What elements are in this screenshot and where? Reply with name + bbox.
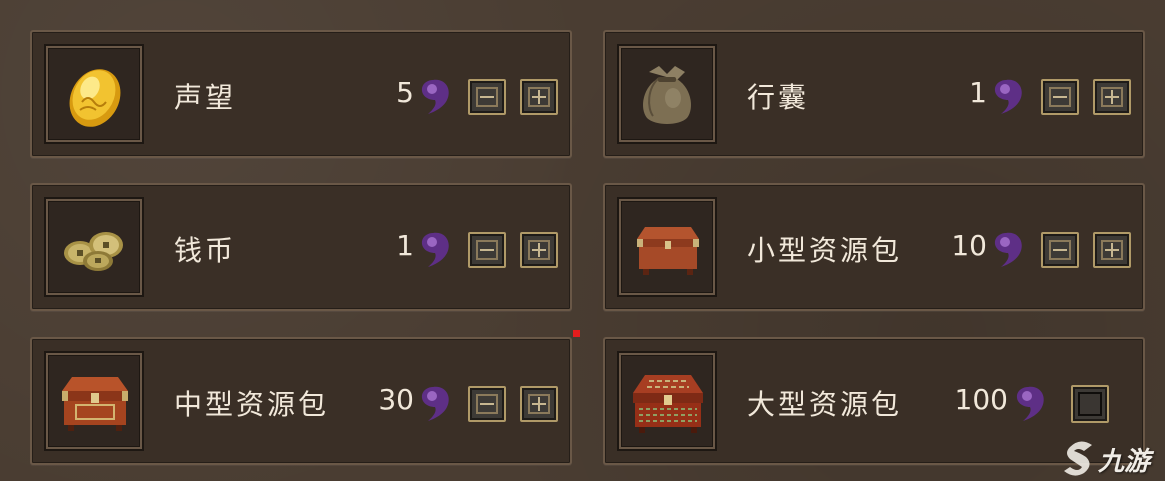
item-quantity: 1 — [969, 76, 987, 109]
item-name: 中型资源包 — [174, 388, 330, 421]
purple-magatama-icon — [421, 232, 449, 267]
cursor-marker — [573, 330, 580, 337]
item-quantity: 30 — [378, 383, 414, 416]
item-card-reputation: 声望 5 — [30, 30, 572, 158]
gold-ingot-icon — [69, 69, 121, 127]
cloth-sack-icon — [643, 66, 691, 124]
small-chest-icon — [637, 227, 699, 275]
increase-button[interactable] — [520, 386, 558, 422]
item-name: 行囊 — [747, 81, 810, 114]
increase-button[interactable] — [520, 79, 558, 115]
increase-button[interactable] — [1093, 79, 1131, 115]
item-quantity: 100 — [954, 383, 1008, 416]
item-icon-frame — [617, 351, 717, 451]
select-checkbox[interactable] — [1071, 385, 1109, 423]
purple-magatama-icon — [1016, 386, 1044, 421]
item-name: 小型资源包 — [747, 234, 903, 267]
large-chest-icon — [633, 375, 703, 433]
watermark-logo-icon — [1064, 441, 1092, 476]
item-icon-frame — [44, 44, 144, 144]
increase-button[interactable] — [520, 232, 558, 268]
item-icon-frame — [617, 44, 717, 144]
coins-icon — [64, 232, 123, 271]
watermark: 九游 — [1064, 437, 1159, 477]
decrease-button[interactable] — [1041, 79, 1079, 115]
decrease-button[interactable] — [468, 232, 506, 268]
decrease-button[interactable] — [468, 386, 506, 422]
purple-magatama-icon — [994, 79, 1022, 114]
item-icon-frame — [44, 197, 144, 297]
item-quantity: 10 — [951, 229, 987, 262]
item-name: 声望 — [174, 81, 237, 114]
item-card-medium-resource-pack: 中型资源包 30 — [30, 337, 572, 465]
item-card-small-resource-pack: 小型资源包 10 — [603, 183, 1145, 311]
item-name: 大型资源包 — [747, 388, 903, 421]
watermark-text: 九游 — [1098, 447, 1151, 477]
item-card-coins: 钱币 1 — [30, 183, 572, 311]
decrease-button[interactable] — [468, 79, 506, 115]
purple-magatama-icon — [421, 386, 449, 421]
purple-magatama-icon — [994, 232, 1022, 267]
item-name: 钱币 — [174, 234, 237, 267]
item-card-travel-bag: 行囊 1 — [603, 30, 1145, 158]
increase-button[interactable] — [1093, 232, 1131, 268]
purple-magatama-icon — [421, 79, 449, 114]
item-quantity: 1 — [396, 229, 414, 262]
medium-chest-icon — [62, 377, 128, 431]
item-icon-frame — [44, 351, 144, 451]
decrease-button[interactable] — [1041, 232, 1079, 268]
item-quantity: 5 — [396, 76, 414, 109]
item-icon-frame — [617, 197, 717, 297]
